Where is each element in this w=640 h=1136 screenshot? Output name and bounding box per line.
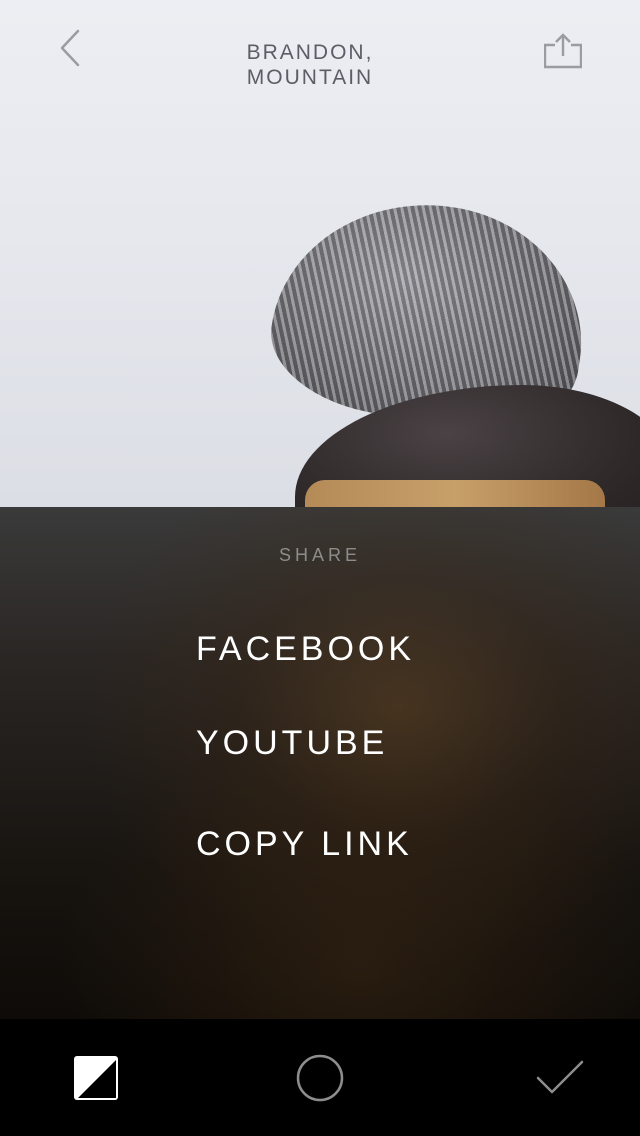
- share-upload-icon: [544, 33, 582, 69]
- coat-image-area: [305, 480, 605, 507]
- share-sheet: SHARE FACEBOOK YOUTUBE COPY LINK: [0, 507, 640, 1019]
- bottom-toolbar: [0, 1019, 640, 1136]
- contrast-filter-button[interactable]: [71, 1053, 121, 1103]
- share-option-youtube[interactable]: YOUTUBE: [196, 724, 388, 763]
- page-title: BRANDON, MOUNTAIN: [170, 40, 450, 90]
- circle-icon: [296, 1054, 344, 1102]
- title-line-2: MOUNTAIN: [246, 66, 374, 89]
- chevron-left-icon: [60, 29, 80, 67]
- share-button[interactable]: [540, 28, 586, 74]
- contrast-filter-icon: [74, 1056, 118, 1100]
- share-option-copy-link[interactable]: COPY LINK: [196, 825, 413, 864]
- title-line-1: BRANDON,: [246, 41, 374, 64]
- checkmark-icon: [536, 1060, 584, 1094]
- circle-tool-button[interactable]: [295, 1053, 345, 1103]
- share-option-facebook[interactable]: FACEBOOK: [196, 630, 415, 669]
- back-button[interactable]: [50, 26, 90, 70]
- top-bar: BRANDON, MOUNTAIN: [0, 0, 640, 110]
- share-sheet-title: SHARE: [278, 545, 361, 565]
- confirm-button[interactable]: [535, 1053, 585, 1103]
